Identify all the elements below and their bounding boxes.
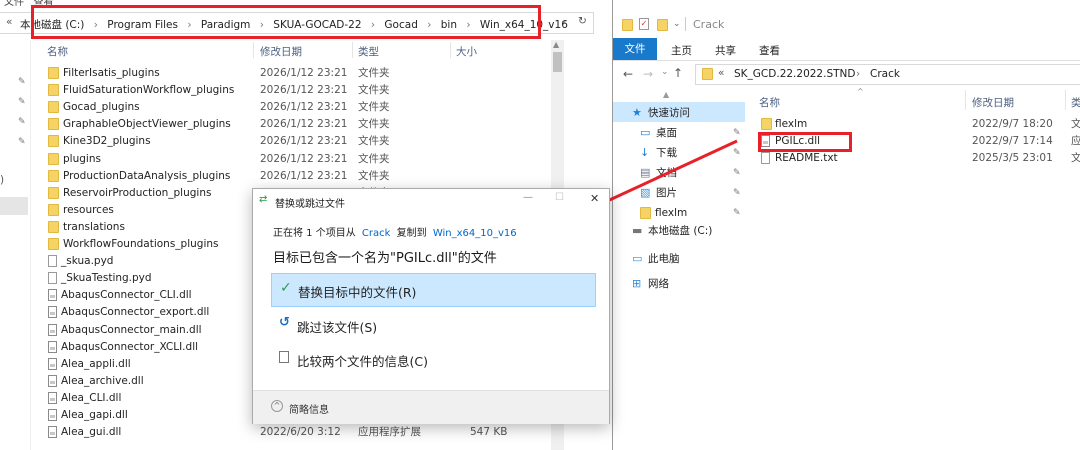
- chevron-up-icon[interactable]: ^: [271, 400, 283, 412]
- dest-link[interactable]: Win_x64_10_v16: [433, 228, 517, 239]
- maximize-button[interactable]: ☐: [555, 192, 564, 203]
- compare-option[interactable]: 比较两个文件的信息(C): [271, 343, 596, 375]
- compare-option-label: 比较两个文件的信息(C): [297, 354, 428, 369]
- conflict-message: 目标已包含一个名为"PGILc.dll"的文件: [273, 251, 497, 266]
- copy-icon: ⇄: [259, 194, 268, 205]
- details-toggle[interactable]: 简略信息: [289, 401, 329, 416]
- skip-arrow-icon: ↺: [279, 315, 290, 330]
- minimize-button[interactable]: —: [523, 192, 533, 203]
- skip-option-label: 跳过该文件(S): [297, 320, 378, 335]
- replace-option-label: 替换目标中的文件(R): [298, 285, 417, 300]
- dialog-footer: ^ 简略信息: [253, 390, 609, 424]
- copy-info-line: 正在将 1 个项目从 Crack 复制到 Win_x64_10_v16: [273, 224, 517, 239]
- close-button[interactable]: ✕: [590, 192, 599, 205]
- copy-info-mid: 复制到: [396, 228, 427, 239]
- dialog-title: 替换或跳过文件: [275, 199, 345, 210]
- copy-info-prefix: 正在将 1 个项目从: [273, 228, 356, 239]
- skip-option[interactable]: ↺ 跳过该文件(S): [271, 309, 596, 341]
- replace-option[interactable]: ✓ 替换目标中的文件(R): [271, 273, 596, 307]
- compare-files-icon: [279, 351, 289, 363]
- checkmark-icon: ✓: [280, 280, 292, 296]
- source-link[interactable]: Crack: [362, 228, 391, 239]
- replace-skip-dialog: ⇄ 替换或跳过文件 — ☐ ✕ 正在将 1 个项目从 Crack 复制到 Win…: [252, 188, 610, 424]
